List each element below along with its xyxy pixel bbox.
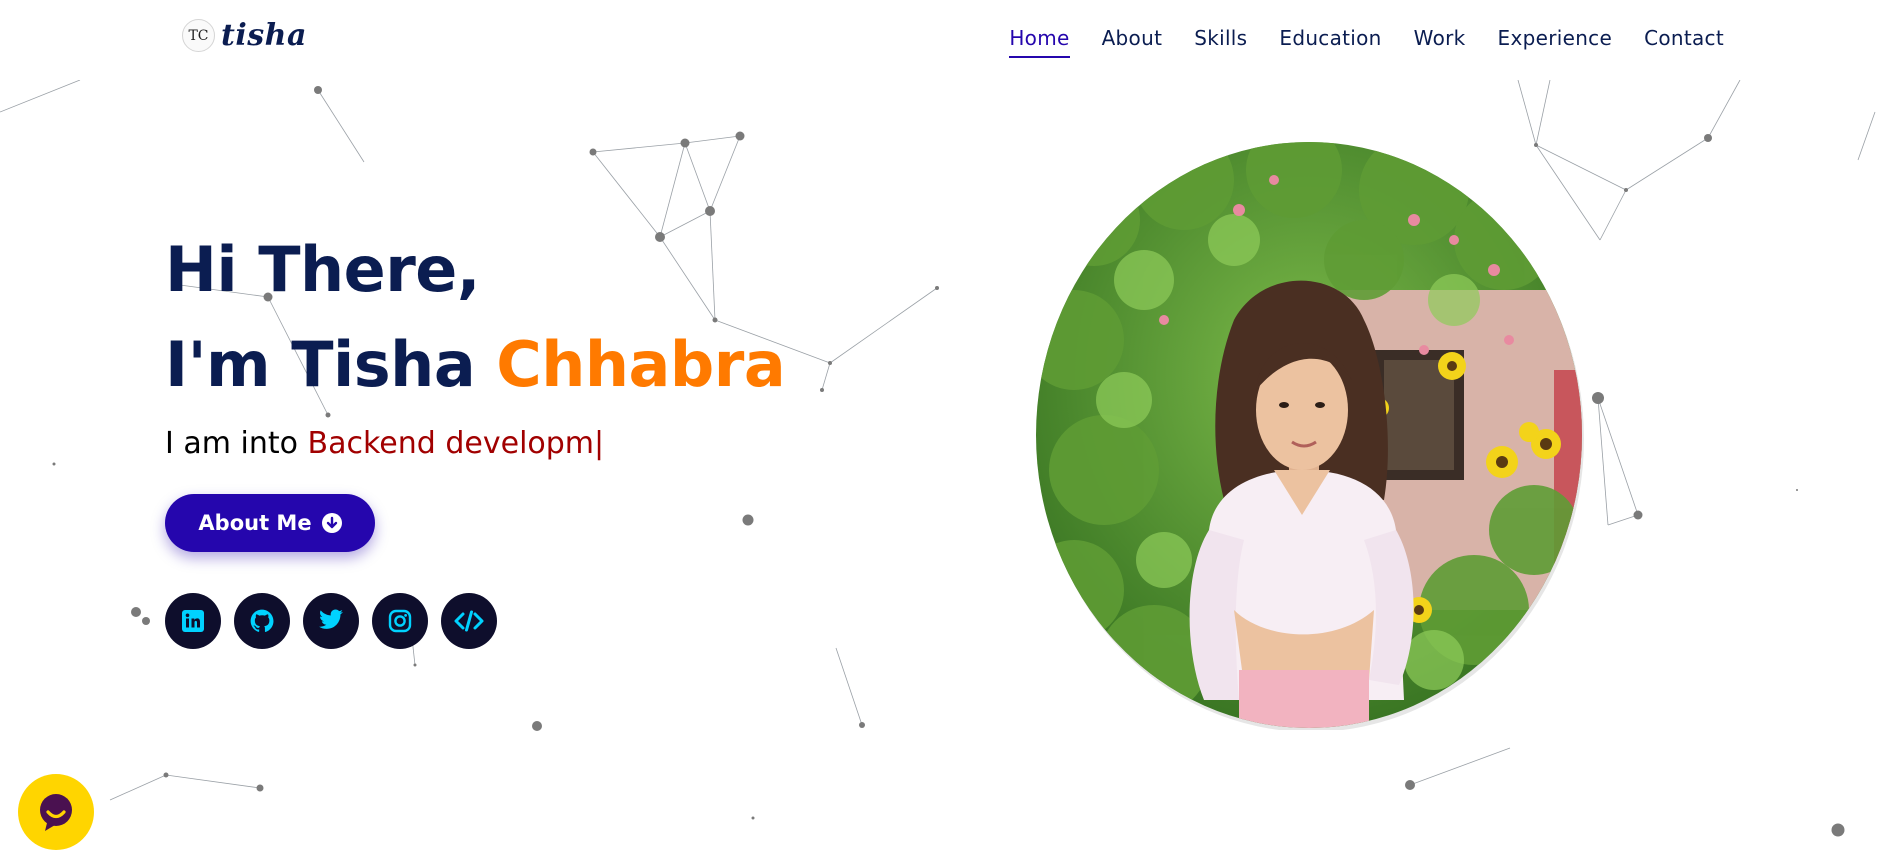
nav-link-about[interactable]: About <box>1102 26 1163 58</box>
chat-bubble-icon <box>40 794 72 831</box>
site-header: TC tisha Home About Skills Education Wor… <box>0 0 1901 80</box>
linkedin-icon <box>182 610 204 632</box>
nav-link-education[interactable]: Education <box>1279 26 1381 58</box>
particle-network-background <box>0 80 1876 837</box>
hero-name-line: I'm Tisha Chhabra <box>165 317 786 412</box>
hero-typed-line: I am into Backend developm| <box>165 426 785 461</box>
profile-photo <box>1036 142 1584 730</box>
typed-role-text: Backend developm| <box>307 426 605 461</box>
about-me-button-label: About Me <box>198 511 312 535</box>
instagram-icon <box>388 609 412 633</box>
code-icon <box>454 610 484 632</box>
hero-intro: Hi There, I'm Tisha Chhabra I am into Ba… <box>165 222 786 461</box>
nav-link-experience[interactable]: Experience <box>1498 26 1613 58</box>
logo-wordmark: tisha <box>221 18 307 53</box>
nav-link-contact[interactable]: Contact <box>1644 26 1724 58</box>
hero-name-prefix: I'm Tisha <box>165 328 476 401</box>
nav-link-skills[interactable]: Skills <box>1194 26 1247 58</box>
github-icon <box>250 609 274 632</box>
dev-profile-link[interactable] <box>441 593 497 649</box>
github-link[interactable] <box>234 593 290 649</box>
main-navigation: Home About Skills Education Work Experie… <box>1009 26 1724 58</box>
twitter-link[interactable] <box>303 593 359 649</box>
social-links <box>165 593 497 649</box>
about-me-button[interactable]: About Me <box>165 494 375 552</box>
hero-name-accent: Chhabra <box>496 328 786 401</box>
instagram-link[interactable] <box>372 593 428 649</box>
site-logo[interactable]: TC tisha <box>182 18 307 53</box>
twitter-icon <box>319 609 343 629</box>
arrow-down-circle-icon <box>321 513 342 533</box>
logo-badge: TC <box>182 19 215 52</box>
chat-widget-button[interactable] <box>18 774 94 850</box>
linkedin-link[interactable] <box>165 593 221 649</box>
nav-link-work[interactable]: Work <box>1414 26 1466 58</box>
hero-greeting: Hi There, <box>165 233 480 306</box>
typed-prefix: I am into <box>165 426 298 461</box>
nav-link-home[interactable]: Home <box>1009 26 1070 58</box>
